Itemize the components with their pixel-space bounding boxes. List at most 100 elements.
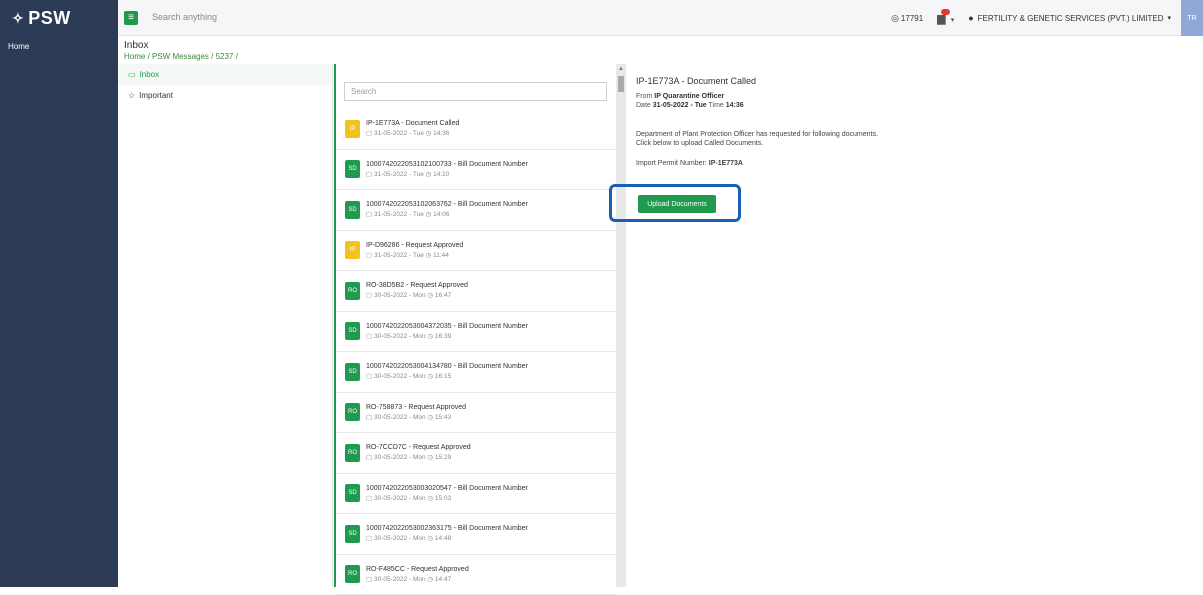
message-text: 1000742022053004134780 - Bill Document N… — [366, 363, 528, 380]
psw-logo[interactable]: ✧ PSW — [0, 0, 118, 36]
clock-icon: ◷ — [424, 171, 433, 178]
avatar[interactable]: TR — [1181, 0, 1203, 36]
calendar-icon: ▢ — [366, 454, 374, 461]
message-date: 31-05-2022 - Tue — [374, 252, 424, 259]
sidebar: Home — [0, 36, 118, 587]
list-item[interactable]: RORO-758873 - Request Approved▢ 30-05-20… — [336, 393, 616, 434]
list-item[interactable]: IPIP-D96286 - Request Approved▢ 31-05-20… — [336, 231, 616, 272]
message-list-scrollbar[interactable]: ▲ — [616, 64, 626, 587]
message-date: 30-05-2022 - Mon — [374, 535, 426, 542]
message-text: 1000742022053102063762 - Bill Document N… — [366, 201, 528, 218]
permit-value: IP-1E773A — [709, 160, 743, 167]
message-datetime: ▢ 31-05-2022 - Tue ◷ 14:10 — [366, 170, 528, 178]
date-value: 31-05-2022 - Tue — [653, 102, 707, 109]
calendar-icon: ▢ — [366, 211, 374, 218]
message-type-badge: SD — [345, 160, 360, 178]
list-item[interactable]: RORO-38D5B2 - Request Approved▢ 30-05-20… — [336, 271, 616, 312]
message-time: 14:48 — [435, 535, 451, 542]
message-body: Department of Plant Protection Officer h… — [636, 130, 1196, 148]
message-date: 30-05-2022 - Mon — [374, 454, 426, 461]
counter-icon: ◎ — [891, 13, 899, 24]
message-text: 1000742022053002363175 - Bill Document N… — [366, 525, 528, 542]
message-text: RO-7CCD7C - Request Approved ▢ 30-05-2022… — [366, 444, 471, 461]
list-item[interactable]: SD 1000742022053102100733 - Bill Document… — [336, 150, 616, 191]
top-right-area: ◎ 17791 ▆ ▾ ● FERTILITY & GENETIC SERVIC… — [891, 0, 1203, 36]
message-subject: IP-1E773A - Document Called — [636, 76, 1196, 86]
scroll-up-icon[interactable]: ▲ — [618, 66, 624, 72]
message-time: 16:15 — [435, 373, 451, 380]
message-type-badge: SD — [345, 525, 360, 543]
menu-toggle-button[interactable]: ≡ — [124, 11, 138, 25]
chevron-down-icon: ▾ — [951, 17, 955, 24]
message-title: RO-F485CC - Request Approved — [366, 566, 469, 573]
calendar-icon: ▢ — [366, 373, 374, 380]
message-text: 1000742022053004372035 - Bill Document N… — [366, 323, 528, 340]
message-datetime: ▢ 30-05-2022 - Mon ◷ 15:29 — [366, 453, 471, 461]
sidebar-item-home[interactable]: Home — [0, 36, 118, 57]
message-search-input[interactable]: Search — [344, 82, 607, 101]
folder-label: Important — [139, 91, 173, 100]
mail-folders: ▭ Inbox ☆ Important — [118, 64, 333, 587]
scroll-thumb[interactable] — [618, 76, 624, 92]
page-title: Inbox — [124, 40, 238, 51]
list-item[interactable]: SD1000742022053003020547 - Bill Document… — [336, 474, 616, 515]
list-item[interactable]: SD 1000742022053002363175 - Bill Document… — [336, 514, 616, 555]
message-title: RO-7CCD7C - Request Approved — [366, 444, 471, 451]
date-line: Date 31-05-2022 - Tue Time 14:36 — [636, 101, 1196, 110]
message-type-badge: RO — [345, 565, 360, 583]
message-text: RO-38D5B2 - Request Approved▢ 30-05-2022… — [366, 282, 468, 299]
upload-documents-button[interactable]: Upload Documents — [638, 195, 716, 213]
notifications-button[interactable]: ▆ ▾ — [937, 12, 954, 25]
message-type-badge: RO — [345, 403, 360, 421]
logo-text: PSW — [28, 8, 71, 29]
global-search-input[interactable]: Search anything — [152, 12, 217, 22]
message-time: 15:43 — [435, 414, 451, 421]
message-datetime: ▢ 31-05-2022 - Tue ◷ 14:36 — [366, 129, 459, 137]
list-item[interactable]: SD1000742022053102063762 - Bill Document… — [336, 190, 616, 231]
message-datetime: ▢ 30-05-2022 - Mon ◷ 16:39 — [366, 332, 528, 340]
from-line: From IP Quarantine Officer — [636, 92, 1196, 101]
message-list: IP IP-1E773A - Document Called▢ 31-05-202… — [336, 109, 616, 595]
notification-dot — [941, 9, 950, 15]
message-time: 16:39 — [435, 333, 451, 340]
calendar-icon: ▢ — [366, 130, 374, 137]
clock-icon: ◷ — [426, 535, 435, 542]
folder-label: Inbox — [140, 70, 160, 79]
list-item[interactable]: SD1000742022053004372035 - Bill Document… — [336, 312, 616, 353]
list-item[interactable]: SD1000742022053004134780 - Bill Document… — [336, 352, 616, 393]
calendar-icon: ▢ — [366, 292, 374, 299]
upload-highlight-box: Upload Documents — [609, 184, 741, 222]
clock-icon: ◷ — [424, 211, 433, 218]
message-date: 31-05-2022 - Tue — [374, 211, 424, 218]
clock-icon: ◷ — [426, 333, 435, 340]
folder-important[interactable]: ☆ Important — [118, 85, 332, 106]
message-datetime: ▢ 30-05-2022 - Mon ◷ 16:15 — [366, 372, 528, 380]
clock-icon: ◷ — [426, 292, 435, 299]
company-menu[interactable]: ● FERTILITY & GENETIC SERVICES (PVT.) LI… — [968, 13, 1171, 23]
body-line-1: Department of Plant Protection Officer h… — [636, 130, 1196, 139]
list-item[interactable]: RO RO-7CCD7C - Request Approved ▢ 30-05-20… — [336, 433, 616, 474]
message-title: 1000742022053003020547 - Bill Document N… — [366, 485, 528, 492]
message-title: 1000742022053102100733 - Bill Document N… — [366, 161, 528, 168]
message-type-badge: IP — [345, 120, 360, 138]
message-text: IP-1E773A - Document Called▢ 31-05-2022 … — [366, 120, 459, 137]
message-title: RO-758873 - Request Approved — [366, 404, 466, 411]
list-item[interactable]: RORO-F485CC - Request Approved▢ 30-05-20… — [336, 555, 616, 595]
folder-inbox[interactable]: ▭ Inbox — [118, 64, 332, 85]
message-datetime: ▢ 30-05-2022 - Mon ◷ 16:47 — [366, 291, 468, 299]
time-label: Time — [709, 102, 724, 109]
user-icon: ● — [968, 13, 973, 23]
list-item[interactable]: IP IP-1E773A - Document Called▢ 31-05-202… — [336, 109, 616, 150]
counter-badge[interactable]: ◎ 17791 — [891, 13, 923, 24]
clock-icon: ◷ — [426, 495, 435, 502]
clock-icon: ◷ — [426, 373, 435, 380]
message-title: 1000742022053004134780 - Bill Document N… — [366, 363, 528, 370]
message-date: 31-05-2022 - Tue — [374, 171, 424, 178]
permit-line: Import Permit Number: IP-1E773A — [636, 160, 1196, 167]
message-type-badge: RO — [345, 444, 360, 462]
calendar-icon: ▢ — [366, 535, 374, 542]
message-date: 30-05-2022 - Mon — [374, 495, 426, 502]
from-value: IP Quarantine Officer — [654, 93, 724, 100]
inbox-icon: ▭ — [128, 70, 136, 79]
breadcrumb[interactable]: Home / PSW Messages / 5237 / — [124, 52, 238, 61]
